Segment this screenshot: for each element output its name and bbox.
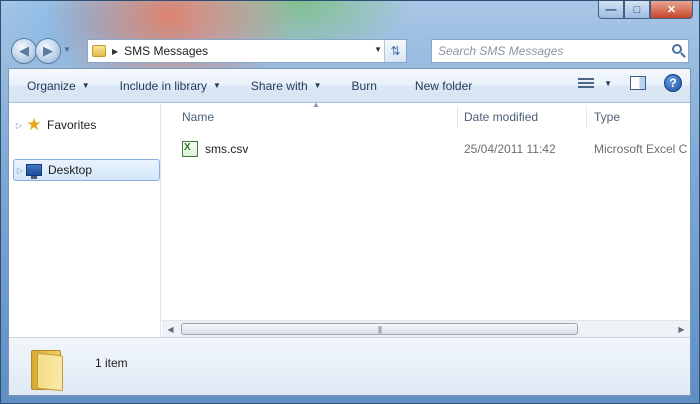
- back-icon: ◀: [19, 43, 29, 58]
- minimize-button[interactable]: —: [598, 1, 624, 19]
- new-folder-label: New folder: [414, 78, 473, 93]
- expand-arrow-icon[interactable]: ▷: [13, 121, 25, 130]
- include-in-library-label: Include in library: [119, 78, 207, 93]
- search-icon[interactable]: [672, 44, 682, 54]
- excel-file-icon: [182, 141, 198, 157]
- breadcrumb-arrow-icon[interactable]: ▶: [112, 47, 118, 56]
- views-icon[interactable]: [578, 77, 595, 89]
- toolbar-right-group: ▼ ?: [578, 74, 682, 92]
- share-with-button[interactable]: Share with ▼: [231, 74, 332, 98]
- file-row-sms-csv[interactable]: sms.csv 25/04/2011 11:42 Microsoft Excel…: [162, 138, 690, 160]
- scroll-right-button[interactable]: ▶: [673, 321, 690, 337]
- caption-buttons: — □ ✕: [598, 1, 693, 19]
- share-with-label: Share with: [250, 78, 308, 93]
- chevron-down-icon: ▼: [213, 81, 221, 90]
- column-name-label: Name: [182, 110, 215, 124]
- grip-icon: |||: [377, 324, 382, 334]
- search-input[interactable]: [432, 44, 652, 58]
- forward-button[interactable]: ▶: [35, 38, 61, 64]
- scroll-left-button[interactable]: ◀: [162, 321, 179, 337]
- burn-label: Burn: [351, 78, 377, 93]
- column-type-label: Type: [594, 110, 621, 124]
- new-folder-button[interactable]: New folder: [387, 74, 482, 98]
- column-header-name[interactable]: Name: [172, 104, 458, 130]
- recent-pages-dropdown[interactable]: ▼: [63, 45, 71, 54]
- address-bar[interactable]: ▶ SMS Messages ▼ ⇅: [87, 39, 407, 63]
- file-list: ▲ Name Date modified Type sms.csv 25/04/…: [162, 100, 692, 337]
- file-name: sms.csv: [205, 142, 249, 156]
- column-header-type[interactable]: Type: [584, 104, 692, 130]
- chevron-down-icon: ▼: [81, 81, 90, 90]
- nav-item-favorites[interactable]: ▷ ★ Favorites: [13, 114, 160, 136]
- search-box[interactable]: [431, 39, 689, 63]
- views-dropdown[interactable]: ▼: [604, 79, 612, 88]
- star-icon: ★: [26, 115, 42, 134]
- nav-item-desktop-label: Desktop: [48, 163, 93, 177]
- item-count: 1 item: [95, 356, 128, 370]
- column-header-date-modified[interactable]: Date modified: [454, 104, 586, 130]
- column-headers: ▲ Name Date modified Type: [162, 100, 692, 130]
- nav-item-desktop[interactable]: ▷ Desktop: [13, 159, 160, 181]
- navigation-pane: ▷ ★ Favorites ▷ Desktop: [9, 104, 161, 337]
- navigation-bar: ◀ ▶ ▼ ▶ SMS Messages ▼ ⇅: [11, 37, 689, 65]
- forward-icon: ▶: [43, 43, 53, 58]
- scrollbar-thumb[interactable]: |||: [181, 323, 578, 335]
- chevron-down-icon: ▼: [313, 81, 322, 90]
- file-type: Microsoft Excel C: [594, 142, 688, 156]
- file-date-modified: 25/04/2011 11:42: [464, 142, 556, 156]
- horizontal-scrollbar[interactable]: ◀ ||| ▶: [162, 320, 690, 337]
- burn-button[interactable]: Burn: [332, 74, 387, 98]
- nav-item-favorites-label: Favorites: [47, 118, 97, 132]
- desktop-icon: [26, 164, 42, 179]
- include-in-library-button[interactable]: Include in library ▼: [100, 74, 231, 98]
- expand-arrow-icon[interactable]: ▷: [14, 166, 26, 175]
- details-pane: 1 item: [9, 337, 690, 395]
- organize-label: Organize: [27, 78, 76, 93]
- refresh-icon: ⇅: [390, 44, 401, 58]
- address-history-dropdown[interactable]: ▼: [374, 45, 382, 54]
- preview-pane-icon[interactable]: [630, 76, 646, 90]
- breadcrumb-sms-messages[interactable]: SMS Messages: [124, 44, 208, 58]
- folder-icon: [31, 346, 65, 392]
- refresh-button[interactable]: ⇅: [384, 40, 406, 62]
- organize-button[interactable]: Organize ▼: [9, 74, 100, 98]
- maximize-button[interactable]: □: [624, 1, 650, 19]
- folder-icon: [92, 45, 106, 57]
- close-button[interactable]: ✕: [650, 1, 693, 19]
- column-date-label: Date modified: [464, 110, 539, 124]
- help-icon[interactable]: ?: [664, 74, 682, 92]
- explorer-client-area: Organize ▼ Include in library ▼ Share with…: [8, 68, 691, 396]
- command-bar: Organize ▼ Include in library ▼ Share with…: [9, 69, 690, 103]
- back-button[interactable]: ◀: [11, 38, 37, 64]
